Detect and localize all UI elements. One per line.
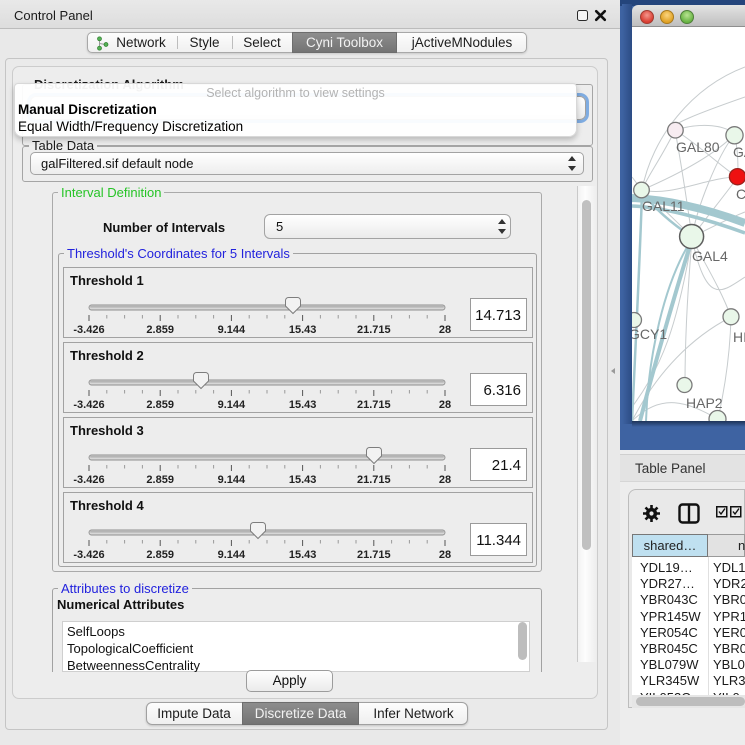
svg-text:GAL11: GAL11 [642, 198, 685, 214]
svg-text:11.344: 11.344 [476, 532, 521, 549]
svg-text:6.316: 6.316 [483, 382, 521, 399]
svg-text:21.4: 21.4 [492, 457, 521, 474]
svg-text:21.715: 21.715 [357, 324, 391, 336]
svg-text:9.144: 9.144 [218, 324, 246, 336]
svg-text:15.43: 15.43 [289, 324, 317, 336]
svg-text:2.859: 2.859 [146, 324, 174, 336]
svg-text:-3.426: -3.426 [73, 324, 104, 336]
svg-text:-3.426: -3.426 [73, 399, 104, 411]
svg-text:2.859: 2.859 [146, 399, 174, 411]
svg-text:Threshold 4: Threshold 4 [70, 498, 144, 513]
svg-text:15.43: 15.43 [289, 474, 317, 486]
svg-text:28: 28 [439, 474, 451, 486]
svg-text:HI: HI [733, 329, 745, 345]
svg-text:HAP2: HAP2 [686, 395, 723, 411]
svg-text:15.43: 15.43 [289, 549, 317, 561]
svg-text:GAL80: GAL80 [676, 139, 720, 155]
svg-text:GAL4: GAL4 [692, 248, 728, 264]
svg-text:Threshold 1: Threshold 1 [70, 273, 144, 288]
svg-text:GCY1: GCY1 [632, 326, 667, 342]
svg-text:21.715: 21.715 [357, 399, 391, 411]
svg-text:Threshold 2: Threshold 2 [70, 348, 144, 363]
svg-text:21.715: 21.715 [357, 474, 391, 486]
svg-text:21.715: 21.715 [357, 549, 391, 561]
svg-text:2.859: 2.859 [146, 549, 174, 561]
svg-text:-3.426: -3.426 [73, 549, 104, 561]
svg-text:9.144: 9.144 [218, 474, 246, 486]
svg-text:-3.426: -3.426 [73, 474, 104, 486]
svg-text:GA: GA [733, 144, 745, 160]
svg-text:Threshold 3: Threshold 3 [70, 423, 144, 438]
svg-text:CY: CY [736, 186, 745, 202]
svg-text:9.144: 9.144 [218, 549, 246, 561]
svg-text:2.859: 2.859 [146, 474, 174, 486]
svg-text:28: 28 [439, 399, 451, 411]
svg-text:28: 28 [439, 324, 451, 336]
svg-text:28: 28 [439, 549, 451, 561]
svg-text:14.713: 14.713 [475, 307, 521, 324]
svg-text:9.144: 9.144 [218, 399, 246, 411]
svg-text:15.43: 15.43 [289, 399, 317, 411]
